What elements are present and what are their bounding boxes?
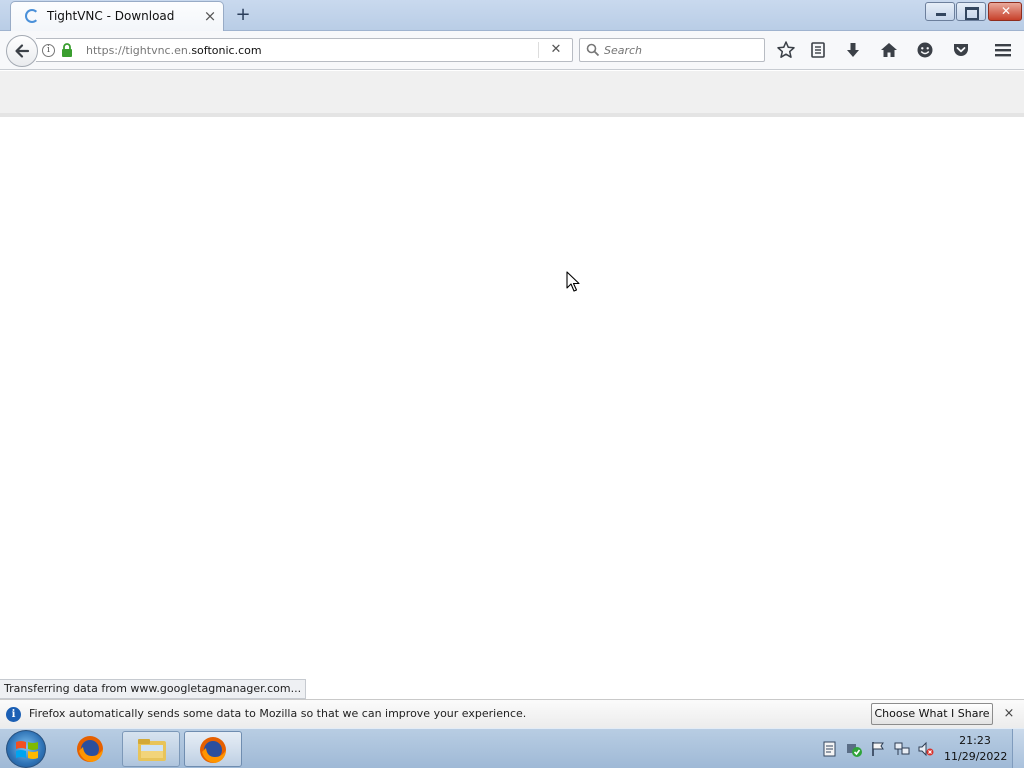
window-restore-button[interactable] <box>956 2 986 21</box>
choose-what-i-share-button[interactable]: Choose What I Share <box>871 703 993 725</box>
new-tab-button[interactable]: + <box>233 5 253 25</box>
taskbar-firefox-button[interactable] <box>62 731 120 767</box>
windows-logo-icon <box>16 741 38 759</box>
window-minimize-button[interactable] <box>925 2 955 21</box>
pocket-icon[interactable] <box>951 40 971 60</box>
search-input[interactable] <box>604 40 760 60</box>
page-content[interactable] <box>0 121 1024 698</box>
hello-icon[interactable] <box>915 40 935 60</box>
back-arrow-icon <box>15 44 30 58</box>
firefox-icon <box>77 736 103 762</box>
lock-icon[interactable] <box>61 43 73 57</box>
system-tray <box>818 729 942 768</box>
taskbar: 21:23 11/29/2022 <box>0 728 1024 768</box>
url-text[interactable]: https://tightvnc.en.softonic.com <box>86 44 262 57</box>
search-icon <box>586 43 600 57</box>
download-icon[interactable] <box>843 40 863 60</box>
reading-list-icon[interactable] <box>808 40 828 60</box>
taskbar-explorer-button[interactable] <box>122 731 180 767</box>
network-icon[interactable] <box>894 741 910 757</box>
tab-close-icon[interactable]: × <box>203 8 217 24</box>
loading-throbber-icon <box>25 9 39 23</box>
start-button[interactable] <box>6 730 46 768</box>
mouse-cursor-icon <box>566 271 580 292</box>
security-check-icon[interactable] <box>846 741 862 757</box>
hamburger-menu-icon[interactable] <box>993 40 1013 60</box>
tab-tightvnc-download[interactable]: TightVNC - Download × <box>10 1 224 31</box>
star-icon[interactable] <box>776 40 796 60</box>
tab-title: TightVNC - Download <box>47 9 175 23</box>
url-prefix: https://tightvnc.en. <box>86 44 192 57</box>
notification-message: Firefox automatically sends some data to… <box>29 707 527 720</box>
navigation-toolbar: i https://tightvnc.en.softonic.com ✕ <box>0 31 1024 70</box>
page-loading-header <box>0 71 1024 117</box>
data-reporting-notification: i Firefox automatically sends some data … <box>0 699 1024 728</box>
status-panel: Transferring data from www.googletagmana… <box>0 679 307 699</box>
action-center-flag-icon[interactable] <box>870 741 886 757</box>
tab-strip: TightVNC - Download × + <box>0 0 1024 31</box>
stop-loading-button[interactable]: ✕ <box>548 42 564 58</box>
volume-muted-icon[interactable] <box>918 741 934 757</box>
firefox-icon <box>200 737 226 763</box>
notification-close-icon[interactable]: × <box>1001 706 1017 722</box>
clock-time[interactable]: 21:23 <box>944 734 1006 747</box>
home-icon[interactable] <box>879 40 899 60</box>
url-bar[interactable]: i https://tightvnc.en.softonic.com ✕ <box>36 38 573 62</box>
notes-icon[interactable] <box>822 741 838 757</box>
site-info-icon[interactable]: i <box>42 44 55 57</box>
clock-date[interactable]: 11/29/2022 <box>944 750 1007 763</box>
show-desktop-button[interactable] <box>1012 729 1024 768</box>
taskbar-firefox-active-button[interactable] <box>184 731 242 767</box>
search-bar[interactable] <box>579 38 765 62</box>
file-explorer-icon <box>138 739 166 761</box>
window-close-button[interactable] <box>988 2 1023 21</box>
back-button[interactable] <box>6 35 38 67</box>
info-icon: i <box>6 707 21 722</box>
url-domain: softonic.com <box>191 44 262 57</box>
urlbar-divider <box>538 42 539 58</box>
